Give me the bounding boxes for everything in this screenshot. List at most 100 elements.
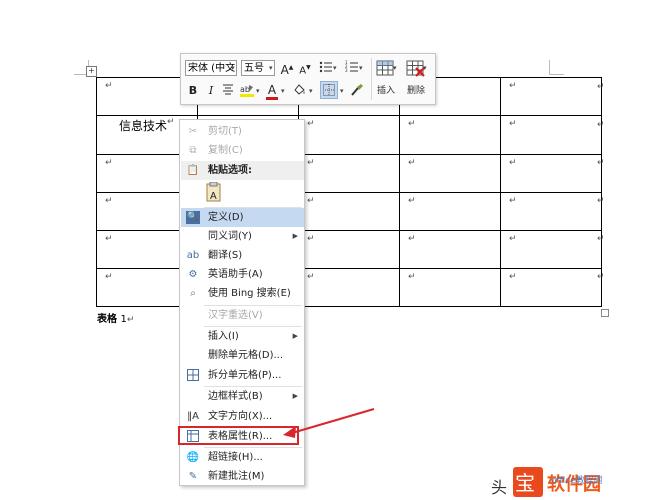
shading-button[interactable] — [291, 83, 307, 99]
highlight-button[interactable]: ab — [239, 83, 255, 99]
row-end-mark: ↵ — [597, 120, 605, 130]
italic-button[interactable]: I — [204, 83, 218, 99]
bold-button[interactable]: B — [186, 83, 200, 99]
mini-toolbar: 宋体 (中文 ▾ 五号 ▾ A▲ A▼ ▾ 1 2 3 ▾ B I ab ▾ A… — [180, 53, 436, 105]
define-icon: 🔍 — [186, 211, 200, 224]
svg-text:A: A — [210, 191, 217, 202]
font-name-box[interactable]: 宋体 (中文 — [185, 60, 237, 76]
table-cell[interactable]: ↵ — [500, 230, 602, 269]
chevron-down-icon[interactable]: ▾ — [256, 87, 260, 95]
delete-label: 删除 — [406, 86, 425, 96]
menu-item-split-cells[interactable]: 拆分单元格(P)... — [181, 366, 304, 385]
insert-label: 插入 — [376, 86, 395, 96]
menu-item-define[interactable]: 🔍 定义(D) — [181, 208, 304, 227]
chevron-down-icon[interactable]: ▾ — [340, 87, 344, 95]
format-painter-icon — [351, 84, 363, 96]
table-cell[interactable]: ↵ — [399, 192, 501, 231]
font-color-button[interactable]: A — [265, 82, 279, 100]
delete-table-button[interactable]: ▾ 删除 — [402, 58, 430, 100]
table-cell[interactable]: ↵ — [298, 230, 400, 269]
menu-item-translate[interactable]: ab 翻译(S) — [181, 246, 304, 265]
borders-button[interactable] — [320, 81, 338, 99]
svg-text:office教程网: office教程网 — [551, 474, 603, 486]
text-direction-icon: ‖A — [187, 411, 199, 422]
menu-item-hyperlink[interactable]: 🌐 超链接(H)... — [181, 448, 304, 467]
chevron-down-icon: ▾ — [393, 64, 397, 72]
font-name-value: 宋体 (中文 — [188, 63, 236, 74]
menu-section-paste-options: 📋 粘贴选项: — [181, 161, 304, 180]
row-end-mark: ↵ — [597, 82, 605, 92]
menu-item-border-styles[interactable]: 边框样式(B) ▶ — [181, 387, 304, 406]
translate-icon: ab — [186, 250, 200, 261]
center-align-icon — [223, 84, 233, 95]
numbered-list-icon: 1 2 3 — [345, 60, 358, 73]
table-cell[interactable]: ↵ — [298, 192, 400, 231]
format-painter-button[interactable] — [349, 83, 365, 99]
table-cell[interactable]: ↵ — [399, 154, 501, 193]
center-align-button[interactable] — [221, 83, 235, 99]
chevron-down-icon[interactable]: ▾ — [359, 64, 363, 72]
menu-item-cut[interactable]: ✂ 剪切(T) — [181, 122, 304, 141]
font-color-icon: A — [267, 83, 277, 97]
menu-item-english-assistant[interactable]: ⚙ 英语助手(A) — [181, 265, 304, 284]
paste-icon: 📋 — [186, 165, 200, 176]
table-cell[interactable]: ↵ — [399, 230, 501, 269]
menu-item-synonyms[interactable]: 同义词(Y) ▶ — [181, 227, 304, 246]
chevron-down-icon[interactable]: ▾ — [281, 87, 285, 95]
chevron-down-icon[interactable]: ▾ — [333, 64, 337, 72]
borders-icon — [323, 84, 335, 96]
chevron-right-icon: ▶ — [292, 232, 298, 240]
menu-item-bing-search[interactable]: ⌕ 使用 Bing 搜索(E) — [181, 284, 304, 303]
bold-icon: B — [188, 84, 198, 97]
chevron-down-icon[interactable]: ▾ — [231, 64, 235, 72]
cell-end-mark: ↵ — [167, 117, 175, 127]
row-end-mark: ↵ — [597, 196, 605, 206]
menu-item-delete-cells[interactable]: 删除单元格(D)... — [181, 346, 304, 365]
table-cell[interactable]: ↵ — [500, 77, 602, 116]
grow-font-icon: A — [280, 63, 289, 77]
paste-keep-text-only-button[interactable]: A — [205, 181, 223, 204]
copy-icon: ⧉ — [189, 145, 197, 156]
bullet-list-icon — [319, 61, 332, 73]
grow-font-button[interactable]: A▲ — [279, 60, 295, 77]
row-end-mark: ↵ — [597, 272, 605, 282]
row-end-mark: ↵ — [597, 234, 605, 244]
menu-item-insert[interactable]: 插入(I) ▶ — [181, 327, 304, 346]
font-size-value: 五号 — [244, 63, 264, 74]
svg-text:3: 3 — [345, 68, 348, 73]
table-cell[interactable]: ↵ — [500, 115, 602, 155]
italic-icon: I — [208, 84, 214, 97]
english-assistant-icon: ⚙ — [188, 269, 198, 280]
table-cell[interactable]: ↵ — [399, 115, 501, 155]
menu-item-new-comment[interactable]: ✎ 新建批注(M) — [181, 467, 304, 486]
hyperlink-icon: 🌐 — [186, 452, 200, 463]
shrink-font-button[interactable]: A▼ — [297, 60, 313, 76]
table-cell[interactable]: ↵ — [298, 154, 400, 193]
chevron-down-icon[interactable]: ▾ — [269, 64, 273, 72]
table-cell[interactable]: ↵ — [500, 192, 602, 231]
scissors-icon: ✂ — [188, 126, 198, 137]
table-cell[interactable]: ↵ — [298, 115, 400, 155]
cell-text: 信息技术 — [119, 119, 168, 133]
paste-text-only-icon: A — [206, 181, 221, 202]
table-cell[interactable]: ↵ — [500, 268, 602, 307]
split-cells-icon — [186, 369, 200, 382]
document-table: ↵ ↵ ↵ ↵ ↵ ↵ ↵ ↵ ↵ ↵ ↵ ↵ ↵ ↵ ↵ ↵ ↵ ↵ ↵ ↵ … — [96, 77, 602, 307]
table-caption: 表格 1↵ — [97, 314, 135, 325]
menu-item-copy[interactable]: ⧉ 复制(C) — [181, 141, 304, 160]
chevron-down-icon[interactable]: ▾ — [309, 87, 313, 95]
row-end-mark: ↵ — [597, 158, 605, 168]
svg-text:头: 头 — [491, 478, 507, 497]
table-cell[interactable]: ↵ — [298, 268, 400, 307]
table-cell[interactable]: ↵ — [399, 268, 501, 307]
menu-item-reconvert[interactable]: 汉字重选(V) — [181, 306, 304, 325]
new-comment-icon: ✎ — [188, 471, 198, 482]
table-resize-handle[interactable] — [601, 309, 609, 317]
svg-text:ab: ab — [240, 85, 250, 94]
insert-table-button[interactable]: ▾ 插入 — [372, 58, 400, 100]
chevron-right-icon: ▶ — [292, 392, 298, 400]
svg-text:宝: 宝 — [515, 471, 535, 495]
table-cell[interactable]: ↵ — [500, 154, 602, 193]
chevron-down-icon: ▾ — [423, 64, 427, 72]
table-move-handle[interactable]: + — [86, 66, 97, 77]
